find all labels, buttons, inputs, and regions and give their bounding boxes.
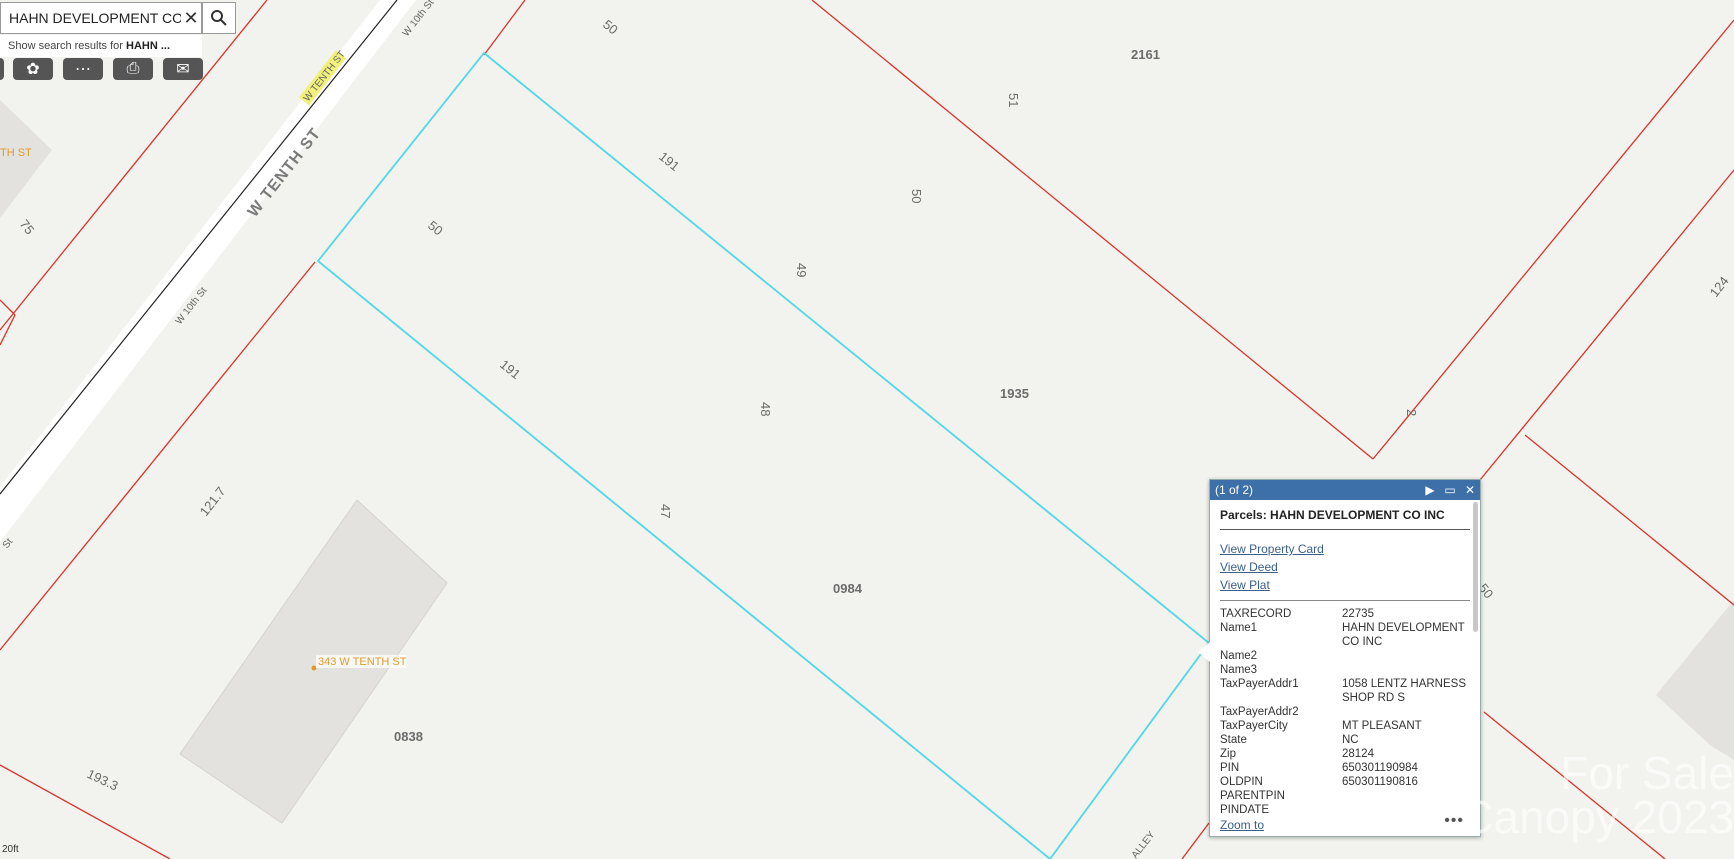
attribute-row: Name1 HAHN DEVELOPMENT CO INC: [1220, 621, 1470, 649]
view-property-card-link[interactable]: View Property Card: [1220, 540, 1470, 558]
search-box[interactable]: HAHN DEVELOPMENT CO ✕: [0, 2, 202, 34]
attribute-value: HAHN DEVELOPMENT CO INC: [1342, 622, 1465, 648]
email-icon[interactable]: ✉: [163, 58, 203, 80]
attribute-row: TaxPayerCity MT PLEASANT: [1220, 719, 1470, 733]
view-deed-link[interactable]: View Deed: [1220, 558, 1470, 576]
close-icon[interactable]: ✕: [1462, 480, 1478, 500]
attribute-key: OLDPIN: [1220, 776, 1263, 788]
watermark-line1: For Sale: [1560, 747, 1734, 799]
search-button[interactable]: [202, 2, 236, 34]
measure-icon[interactable]: ⋯: [63, 58, 103, 80]
popup-body: Parcels: HAHN DEVELOPMENT CO INC View Pr…: [1210, 500, 1480, 817]
view-plat-link[interactable]: View Plat: [1220, 576, 1470, 594]
dim-label: 48: [758, 402, 773, 416]
listing-watermark: For Sale Canopy 2023: [1460, 747, 1734, 843]
attribute-key: TaxPayerAddr2: [1220, 706, 1299, 718]
attribute-row: TaxPayerAddr2: [1220, 705, 1470, 719]
search-icon: [211, 10, 227, 26]
attribute-key: Name3: [1220, 664, 1258, 676]
attribute-key: PIN: [1220, 762, 1240, 774]
scale-bar: 20ft: [2, 844, 19, 855]
dim-label: 2: [1404, 409, 1419, 416]
attribute-value: [1342, 705, 1470, 719]
attribute-value: MT PLEASANT: [1342, 720, 1422, 732]
watermark-line2: Canopy 2023: [1460, 791, 1734, 843]
attribute-key: TaxPayerAddr1: [1220, 678, 1299, 690]
popup-header: (1 of 2) ▶ ▭ ✕: [1210, 480, 1480, 500]
attribute-row: OLDPIN 650301190816: [1220, 775, 1470, 789]
attribute-value: 650301190816: [1342, 776, 1418, 788]
attribute-key: State: [1220, 734, 1247, 746]
attribute-value: 22735: [1342, 608, 1374, 620]
popup-title: Parcels: HAHN DEVELOPMENT CO INC: [1220, 508, 1470, 530]
popup-pointer: [1198, 642, 1210, 662]
attribute-key: Name1: [1220, 622, 1258, 634]
popup-footer: Zoom to •••: [1220, 812, 1470, 832]
attribute-key: PINDATE: [1220, 804, 1269, 816]
attribute-row: State NC: [1220, 733, 1470, 747]
attribute-value: [1342, 789, 1470, 803]
parcel-id-label: 1935: [1000, 386, 1029, 401]
attribute-row: Zip 28124: [1220, 747, 1470, 761]
attribute-value: [1342, 663, 1470, 677]
parcel-id-label: 2161: [1131, 47, 1160, 62]
next-feature-icon[interactable]: ▶: [1422, 480, 1438, 500]
scale-label: 20ft: [2, 844, 19, 855]
attribute-key: Name2: [1220, 650, 1258, 662]
zoom-to-link[interactable]: Zoom to: [1220, 818, 1264, 832]
search-input[interactable]: HAHN DEVELOPMENT CO: [1, 10, 181, 26]
dim-label: 51: [1006, 93, 1021, 107]
dim-label: 49: [794, 263, 809, 277]
maximize-icon[interactable]: ▭: [1442, 480, 1458, 500]
address-point[interactable]: [311, 665, 317, 671]
attribute-key: TaxPayerCity: [1220, 720, 1288, 732]
print-icon[interactable]: ⎙: [113, 58, 153, 80]
popup-counter: (1 of 2): [1215, 483, 1254, 497]
popup-divider: [1220, 600, 1470, 601]
attribute-value: 28124: [1342, 748, 1374, 760]
attribute-row: TAXRECORD 22735: [1220, 607, 1470, 621]
parcel-id-label: 0984: [833, 581, 863, 596]
attribute-row: PINDATE: [1220, 803, 1470, 817]
attribute-row: Name3: [1220, 663, 1470, 677]
attribute-row: PARENTPIN: [1220, 789, 1470, 803]
attribute-key: PARENTPIN: [1220, 790, 1285, 802]
address-label: 343 W TENTH ST: [318, 656, 407, 668]
road-label-fragment-left: TH ST: [0, 147, 32, 159]
suggestion-prefix: Show search results for: [8, 40, 126, 52]
suggestion-term: HAHN ...: [126, 40, 170, 52]
attribute-row: TaxPayerAddr1 1058 LENTZ HARNESS SHOP RD …: [1220, 677, 1470, 705]
attribute-value: NC: [1342, 734, 1359, 746]
clear-icon[interactable]: ✕: [181, 8, 201, 29]
parcel-id-label: 0838: [394, 729, 423, 744]
attribute-value: [1342, 649, 1470, 663]
attribute-value: 650301190984: [1342, 762, 1418, 774]
dim-label: 50: [909, 189, 924, 203]
dim-label: 47: [658, 504, 673, 518]
basemap-icon[interactable]: ✿: [13, 58, 53, 80]
layers-icon[interactable]: [0, 58, 4, 80]
attribute-key: TAXRECORD: [1220, 608, 1292, 620]
attribute-table: TAXRECORD 22735 Name1 HAHN DEVELOPMENT CO …: [1220, 607, 1470, 817]
attribute-value: 1058 LENTZ HARNESS SHOP RD S: [1342, 678, 1466, 704]
search-suggestion[interactable]: Show search results for HAHN ...: [0, 35, 202, 57]
attribute-row: Name2: [1220, 649, 1470, 663]
attribute-row: PIN 650301190984: [1220, 761, 1470, 775]
popup-scrollbar[interactable]: [1473, 502, 1478, 632]
attribute-key: Zip: [1220, 748, 1236, 760]
parcel-info-popup[interactable]: (1 of 2) ▶ ▭ ✕ Parcels: HAHN DEVELOPMENT…: [1198, 479, 1481, 837]
